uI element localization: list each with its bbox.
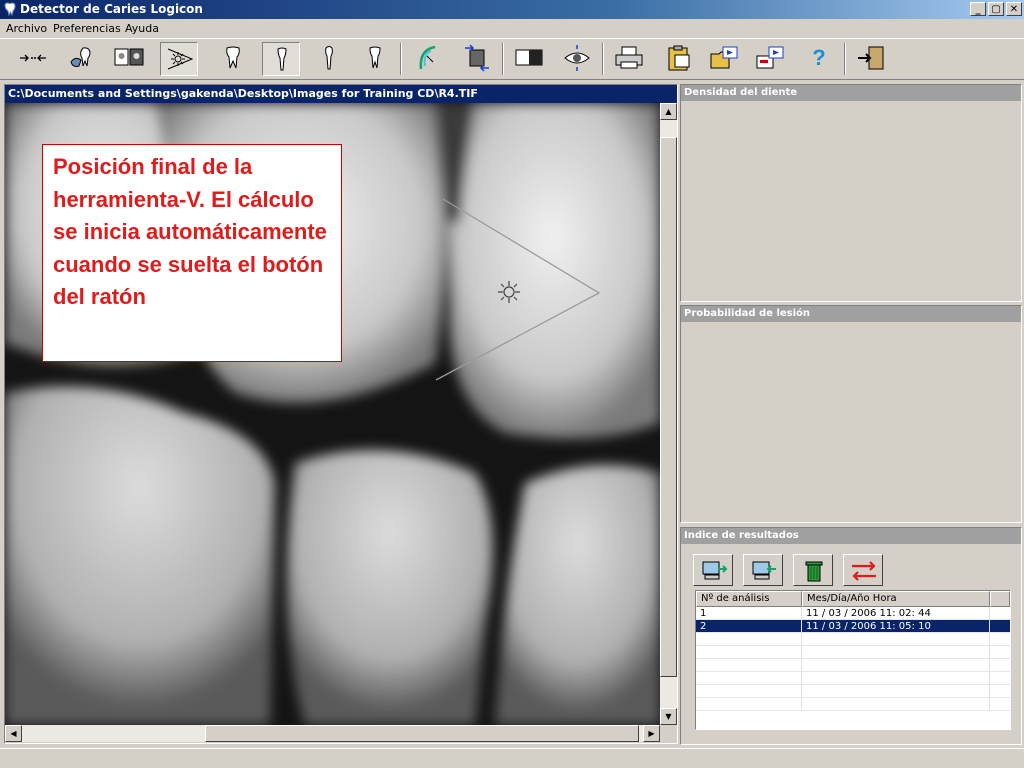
transfer-arrows-icon (852, 561, 876, 581)
v-tool-icon (167, 48, 194, 70)
arrows-icon (20, 54, 46, 62)
vertical-scroll-thumb[interactable] (660, 137, 677, 677)
table-row-selected[interactable]: 2 11 / 03 / 2006 11: 05: 10 (696, 620, 1010, 633)
menu-archivo[interactable]: Archivo (6, 22, 47, 35)
tooth-app-icon (4, 2, 16, 16)
cell-number: 1 (696, 607, 802, 619)
toolbar: ? (0, 38, 1024, 80)
results-panel-title: Indice de resultados (681, 528, 1021, 544)
toolbar-separator (844, 43, 846, 75)
horizontal-scrollbar[interactable]: ◀ ▶ (5, 725, 660, 742)
scroll-down-button[interactable]: ▼ (660, 708, 677, 725)
contrast-icon (515, 49, 543, 66)
v-tool-button[interactable] (160, 42, 198, 76)
molar-button[interactable] (214, 42, 252, 76)
toolbar-separator (400, 43, 402, 75)
tooth-tool-button[interactable] (64, 42, 102, 76)
density-panel: Densidad del diente (680, 84, 1022, 302)
eye-button[interactable] (558, 42, 596, 76)
column-header-datetime[interactable]: Mes/Día/Año Hora (802, 591, 990, 607)
export-button[interactable] (752, 42, 790, 76)
computer-load-icon (702, 561, 728, 580)
print-icon (615, 46, 643, 69)
flip-icon (465, 44, 489, 72)
vertical-scrollbar[interactable]: ▲ ▼ (660, 103, 677, 725)
export-icon (756, 46, 784, 69)
tooth-tool-icon (70, 47, 91, 67)
cell-number: 2 (696, 620, 802, 632)
instruction-callout: Posición final de la herramienta-V. El c… (42, 144, 342, 362)
help-icon: ? (812, 45, 826, 70)
horizontal-scroll-thumb[interactable] (205, 725, 639, 742)
menu-preferencias[interactable]: Preferencias (53, 22, 121, 35)
arrows-button[interactable] (14, 42, 52, 76)
maximize-button[interactable]: ▢ (988, 2, 1004, 16)
print-button[interactable] (610, 42, 648, 76)
column-header-number[interactable]: Nº de análisis (696, 591, 802, 607)
clipboard-icon (668, 45, 690, 71)
folder-open-icon (710, 46, 738, 69)
incisor-icon (277, 47, 287, 71)
minimize-button[interactable]: _ (970, 2, 986, 16)
help-button[interactable]: ? (800, 42, 838, 76)
table-row-empty (696, 646, 1010, 659)
results-panel: Indice de resultados Nº de análisis Mes/… (680, 527, 1022, 745)
results-table[interactable]: Nº de análisis Mes/Día/Año Hora 1 11 / 0… (695, 590, 1011, 730)
table-row[interactable]: 1 11 / 03 / 2006 11: 02: 44 (696, 607, 1010, 620)
table-row-empty (696, 659, 1010, 672)
premolar-button[interactable] (356, 42, 394, 76)
scroll-right-button[interactable]: ▶ (643, 725, 660, 742)
computer-save-icon (752, 561, 776, 580)
menu-bar: Archivo Preferencias Ayuda (0, 19, 1024, 37)
scroll-left-button[interactable]: ◀ (5, 725, 22, 742)
folder-open-button[interactable] (706, 42, 744, 76)
load-result-button[interactable] (693, 554, 733, 586)
canine-button[interactable] (310, 42, 348, 76)
delete-result-button[interactable] (793, 554, 833, 586)
column-header-empty (990, 591, 1010, 607)
contrast-button[interactable] (510, 42, 548, 76)
save-result-button[interactable] (743, 554, 783, 586)
cell-datetime: 11 / 03 / 2006 11: 02: 44 (802, 607, 990, 619)
molar-icon (226, 46, 240, 69)
image-compare-button[interactable] (110, 42, 148, 76)
results-table-header: Nº de análisis Mes/Día/Año Hora (696, 591, 1010, 607)
probability-panel: Probabilidad de lesión (680, 305, 1022, 523)
window-title: Detector de Caries Logicon (20, 2, 203, 16)
image-path-title: C:\Documents and Settings\gakenda\Deskto… (5, 85, 677, 103)
cell-datetime: 11 / 03 / 2006 11: 05: 10 (802, 620, 990, 632)
transfer-result-button[interactable] (843, 554, 883, 586)
table-row-empty (696, 698, 1010, 711)
incisor-button[interactable] (262, 42, 300, 76)
menu-ayuda[interactable]: Ayuda (125, 22, 159, 35)
table-row-empty (696, 672, 1010, 685)
arc-button[interactable] (408, 42, 446, 76)
premolar-icon (369, 46, 381, 69)
trash-icon (805, 561, 823, 582)
arc-icon (419, 45, 436, 70)
exit-icon (858, 46, 884, 70)
density-panel-title: Densidad del diente (681, 85, 1021, 101)
toolbar-separator (602, 43, 604, 75)
title-bar: Detector de Caries Logicon _ ▢ ✕ (0, 0, 1024, 19)
scroll-up-button[interactable]: ▲ (660, 103, 677, 120)
flip-button[interactable] (458, 42, 496, 76)
eye-icon (564, 45, 590, 71)
table-row-empty (696, 685, 1010, 698)
canine-icon (325, 46, 333, 70)
image-compare-icon (114, 48, 144, 66)
clipboard-button[interactable] (660, 42, 698, 76)
status-bar (0, 748, 1024, 768)
exit-button[interactable] (852, 42, 890, 76)
toolbar-separator (502, 43, 504, 75)
probability-panel-title: Probabilidad de lesión (681, 306, 1021, 322)
table-row-empty (696, 633, 1010, 646)
close-button[interactable]: ✕ (1006, 2, 1022, 16)
